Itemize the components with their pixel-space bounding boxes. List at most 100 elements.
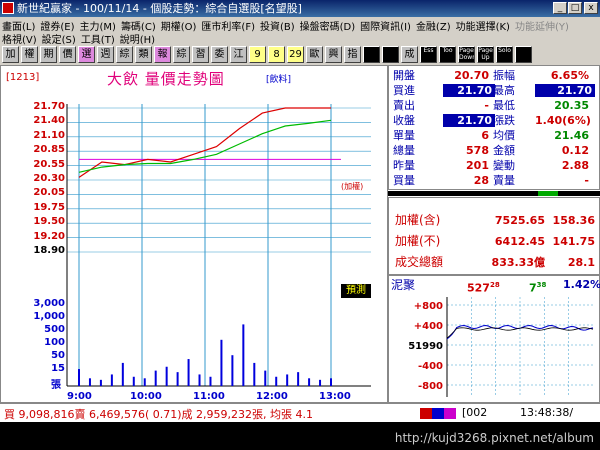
toolbar-button[interactable]: 9 [249,46,266,63]
menu-item[interactable]: 國際資訊(I) [360,22,411,33]
quote-value: 6.65% [550,69,589,82]
minimize-button[interactable]: _ [553,2,567,14]
menu-item[interactable]: 金融(Z) [416,22,451,33]
price-tick-label: 21.70 [33,101,65,112]
menu-item[interactable]: 匯市利率(F) [201,22,255,33]
quote-panel: 開盤 20.70 振幅 6.65% 買進 21.70 最高 21.70 賣出 - 最低 20.35 收盤… [388,65,600,190]
quote-value: - [584,174,589,187]
quote-label: 買進 [393,84,415,97]
toolbar-button[interactable] [515,46,532,63]
price-tick-label: 19.50 [33,216,65,228]
index-panel: 加權(含) 7525.65 158.36 加權(不) 6412.45 141.75 成交總額… [388,197,600,275]
quote-label: 賣出 [393,99,415,112]
toolbar-button[interactable]: 成 [401,46,418,63]
window-title: 新世紀贏家 - 100/11/14 - 個股走勢：綜合自選股[名望股] [17,2,302,15]
menu-item[interactable]: 操盤密碼(D) [300,22,356,33]
quote-value: 21.70 [535,84,595,97]
volume-bar [187,359,190,386]
toolbar-button[interactable]: Ess [420,46,437,63]
quote-value: 20.35 [554,99,589,112]
quote-value: 28 [473,174,489,187]
index-value: 6412.45 [494,235,545,248]
volume-bar [319,379,322,386]
menu-row-2: 格視(V) 設定(S) 工具(T) 說明(H) [2,31,160,46]
toolbar-button[interactable]: 權 [21,46,38,63]
toolbar-button[interactable]: 期 [40,46,57,63]
quote-value: 578 [466,144,489,157]
quote-value: - [484,99,489,112]
volume-bar [297,372,300,386]
volume-bar [198,374,201,386]
price-tick-label: 21.10 [33,129,65,141]
volume-bar [78,369,80,386]
toolbar-button[interactable]: Too [439,46,456,63]
quote-label: 賣量 [493,174,515,187]
close-button[interactable]: x [584,2,598,14]
toolbar-button[interactable]: 29 [287,46,304,63]
quote-label: 買量 [393,174,415,187]
volume-tick-label: 15 [51,363,65,374]
mini-pct: 1.42% [563,278,600,291]
toolbar-button[interactable]: 歐 [306,46,323,63]
volume-tick-label: 1,000 [33,311,65,322]
toolbar-button[interactable]: 興 [325,46,342,63]
mini-index-line [446,324,594,340]
toolbar-button[interactable]: 報 [154,46,171,63]
volume-tick-label: 500 [44,324,65,335]
volume-bar [220,339,223,386]
quote-value: 21.46 [554,129,589,142]
volume-bar [110,374,113,386]
toolbar-button[interactable] [382,46,399,63]
toolbar-button[interactable]: 江 [230,46,247,63]
toolbar-button[interactable] [363,46,380,63]
maximize-button[interactable]: □ [568,2,582,14]
price-tick-label: 19.75 [33,201,65,213]
time-tick-label: 12:00 [256,391,288,402]
toolbar-button[interactable]: Page Up [477,46,494,63]
menu-item[interactable]: 投資(B) [260,22,295,33]
volume-bar [253,362,256,386]
quote-label: 振幅 [493,69,515,82]
code-input[interactable]: [002 [462,406,487,419]
quote-label: 金額 [493,144,515,157]
toolbar-button[interactable]: 指 [344,46,361,63]
mini-tick-label: +400 [414,321,443,332]
volume-bar [286,374,289,386]
menu-item[interactable]: 功能選擇(K) [456,22,510,33]
quote-divider [388,190,600,197]
toolbar-button[interactable]: 類 [135,46,152,63]
index-change: 158.36 [552,214,595,227]
price-tick-label: 18.90 [33,245,65,256]
toolbar-button[interactable]: 8 [268,46,285,63]
mini-tick-label: +800 [414,301,443,312]
watermark-url: http://kujd3268.pixnet.net/album [394,431,594,445]
menu-item[interactable]: 期權(O) [161,22,197,33]
toolbar-button[interactable]: Solo [496,46,513,63]
toolbar-button[interactable]: 週 [97,46,114,63]
toolbar-button[interactable]: 加 [2,46,19,63]
price-tick-label: 20.30 [33,173,65,184]
footer-strip: http://kujd3268.pixnet.net/album [0,422,600,450]
quote-label: 漲跌 [493,114,515,127]
toolbar-button[interactable]: 委 [211,46,228,63]
volume-bar [99,379,102,386]
volume-bar [231,355,234,386]
toolbar: 加權期價選週綜類報綜習委江 9 8 29 歐興指成 Ess Too Page Down Page… [0,45,600,65]
quote-label: 昨量 [393,159,415,172]
volume-bar [209,376,212,386]
toolbar-button[interactable]: 選 [78,46,95,63]
time-tick-label: 9:00 [67,391,92,402]
toolbar-button[interactable]: 習 [192,46,209,63]
toolbar-button[interactable]: 價 [59,46,76,63]
index-label: 加權(含) [395,213,441,227]
quote-label: 均價 [493,129,515,142]
volume-bar [176,372,179,386]
toolbar-button[interactable]: Page Down [458,46,475,63]
toolbar-button[interactable]: 綜 [173,46,190,63]
menu-item[interactable]: 功能延伸(Y) [515,22,569,33]
toolbar-button[interactable]: 綜 [116,46,133,63]
mini-tick-label: -800 [418,381,443,392]
volume-bar [330,378,332,386]
mini-tick-label: 51990 [408,341,443,352]
color-indicator [420,408,456,419]
